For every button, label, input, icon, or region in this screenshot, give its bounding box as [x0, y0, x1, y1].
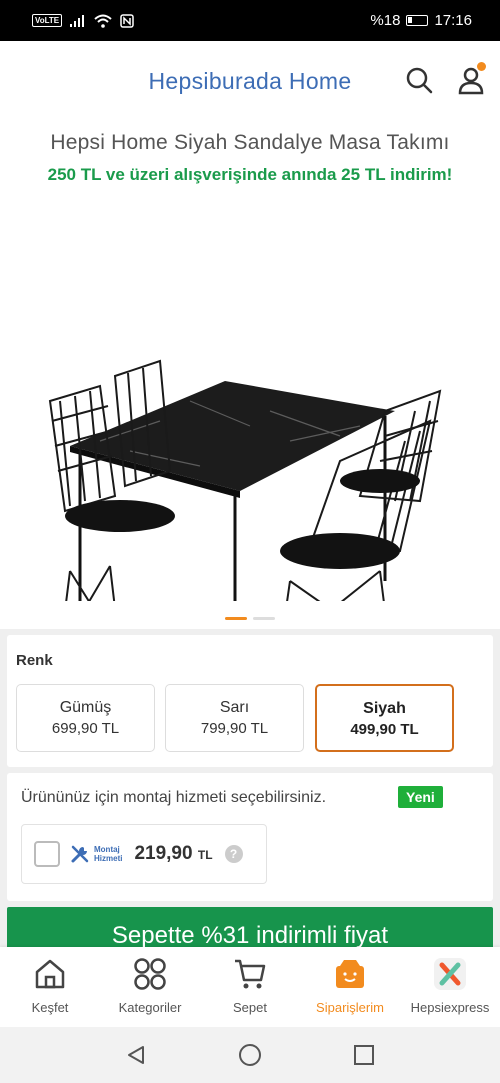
tab-kategoriler[interactable]: Kategoriler [100, 947, 200, 1027]
image-pagination [0, 617, 500, 620]
pagination-dot-1[interactable] [225, 617, 247, 620]
assembly-label-line2: Hizmeti [94, 854, 123, 863]
tab-label: Hepsiexpress [410, 1000, 490, 1015]
color-option-price: 499,90 TL [350, 721, 419, 738]
cart-icon [235, 959, 266, 989]
app-header: Hepsiburada Home [0, 41, 500, 121]
color-selector-card: Renk Gümüş 699,90 TL Sarı 799,90 TL Siya… [7, 635, 493, 767]
color-option-name: Gümüş [59, 699, 112, 716]
promo-text: 250 TL ve üzeri alışverişinde anında 25 … [47, 165, 453, 184]
header-title[interactable]: Hepsiburada Home [149, 68, 352, 95]
tab-label: Siparişlerim [316, 1000, 384, 1015]
home-icon [35, 959, 65, 989]
signal-icon [70, 14, 85, 27]
assembly-service-card: Ürününüz için montaj hizmeti seçebilirsi… [7, 773, 493, 901]
status-left: VoLTE [32, 13, 134, 28]
tab-label: Sepet [233, 1000, 267, 1015]
clock: 17:16 [434, 12, 472, 29]
recents-icon[interactable] [353, 1044, 375, 1066]
assembly-label-line1: Montaj [94, 845, 120, 854]
volte-badge: VoLTE [32, 14, 63, 27]
search-icon[interactable] [404, 65, 434, 95]
cta-label: Sepette %31 indirimli fiyat [111, 922, 389, 949]
nfc-icon [120, 13, 134, 28]
assembly-price: 219,90 TL [134, 843, 212, 865]
product-section: Hepsi Home Siyah Sandalye Masa Takımı 25… [0, 121, 500, 629]
hepsiexpress-icon [434, 958, 466, 990]
home-nav-icon[interactable] [238, 1043, 262, 1067]
back-icon[interactable] [125, 1044, 147, 1066]
tab-hepsiexpress[interactable]: Hepsiexpress [400, 947, 500, 1027]
system-nav-bar [0, 1027, 500, 1083]
tab-siparislerim[interactable]: Siparişlerim [300, 947, 400, 1027]
notification-dot [477, 62, 486, 71]
discount-cta-button[interactable]: Sepette %31 indirimli fiyat [7, 907, 493, 951]
pagination-dot-2[interactable] [253, 617, 275, 620]
wifi-icon [94, 14, 112, 28]
color-option-price: 799,90 TL [200, 720, 269, 737]
assembly-service-label: Montaj Hizmeti [94, 845, 122, 863]
product-image[interactable] [40, 251, 460, 601]
new-badge: Yeni [398, 786, 443, 808]
battery-percent: %18 [370, 12, 401, 29]
color-label: Renk [16, 652, 53, 669]
color-option-price: 699,90 TL [51, 720, 120, 737]
color-option-siyah[interactable]: Siyah 499,90 TL [315, 684, 454, 752]
tab-label: Keşfet [31, 1000, 69, 1015]
header-actions [404, 62, 486, 95]
assembly-option[interactable]: Montaj Hizmeti 219,90 TL ? [21, 824, 267, 884]
grid-icon [134, 958, 166, 990]
product-title: Hepsi Home Siyah Sandalye Masa Takımı [50, 131, 450, 154]
battery-icon [406, 15, 429, 26]
color-option-gumus[interactable]: Gümüş 699,90 TL [16, 684, 155, 752]
tab-label: Kategoriler [118, 1000, 182, 1015]
orders-box-icon [336, 960, 364, 988]
assembly-info-text: Ürününüz için montaj hizmeti seçebilirsi… [21, 789, 327, 806]
account-button[interactable] [456, 62, 486, 95]
assembly-price-value: 219,90 [134, 843, 193, 864]
color-option-name: Siyah [363, 700, 406, 717]
assembly-checkbox[interactable] [34, 841, 60, 867]
help-icon[interactable]: ? [224, 845, 243, 863]
status-bar: VoLTE %18 17:16 [0, 0, 500, 41]
color-option-name: Sarı [219, 699, 250, 716]
status-right: %18 17:16 [370, 12, 472, 29]
bottom-tab-bar: Keşfet Kategoriler Sepet Siparişlerim He… [0, 947, 500, 1027]
tools-icon [71, 845, 89, 863]
color-option-sari[interactable]: Sarı 799,90 TL [165, 684, 304, 752]
assembly-price-currency: TL [197, 848, 213, 862]
tab-kesfet[interactable]: Keşfet [0, 947, 100, 1027]
tab-sepet[interactable]: Sepet [200, 947, 300, 1027]
